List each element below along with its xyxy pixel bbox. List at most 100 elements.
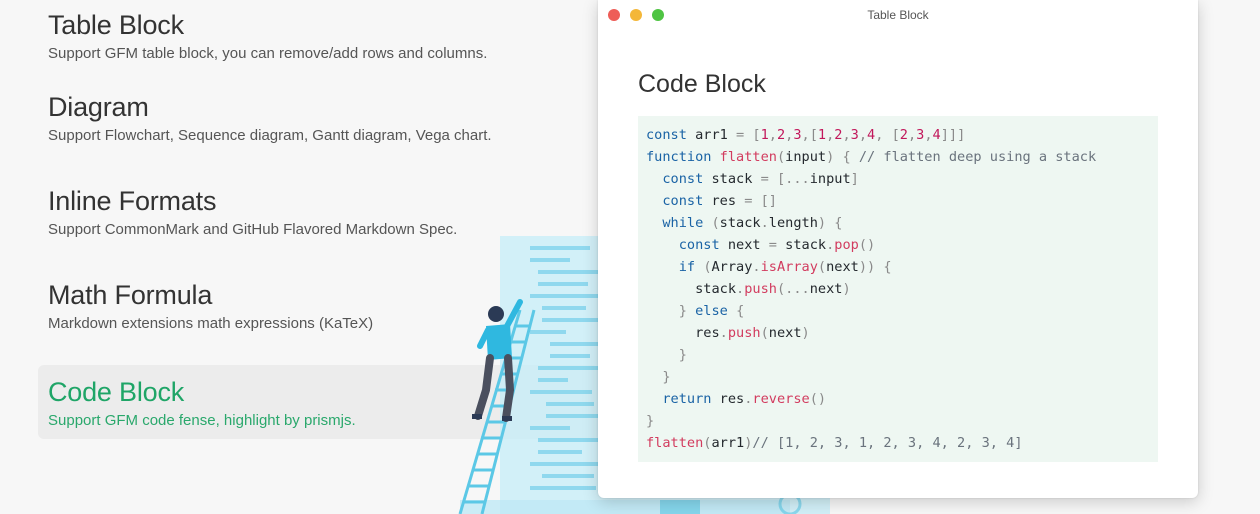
feature-title: Inline Formats (48, 186, 217, 216)
code-line: return res.reverse() (646, 388, 1150, 410)
code-token: stack (719, 215, 761, 231)
code-token: { (736, 303, 745, 319)
window-titlebar[interactable]: Table Block (598, 0, 1198, 30)
code-token: ) (842, 281, 851, 297)
feature-item-table-block[interactable]: Table Block Support GFM table block, you… (38, 0, 598, 80)
code-token: [] (760, 193, 777, 209)
code-token: , (768, 127, 777, 143)
code-token: if (678, 259, 696, 275)
code-token: [ (776, 171, 786, 187)
code-token: . (736, 281, 745, 297)
code-token: [ (752, 127, 761, 143)
code-token: while (662, 215, 704, 231)
code-token: res (646, 325, 720, 341)
code-token: { (842, 149, 851, 165)
code-token: = (736, 127, 745, 143)
code-token: return (662, 391, 712, 407)
code-token: , (801, 127, 810, 143)
feature-title: Diagram (48, 92, 149, 122)
code-token: stack (703, 171, 761, 187)
code-block[interactable]: const arr1 = [1,2,3,[1,2,3,4, [2,3,4]]] f… (638, 116, 1158, 462)
document-heading[interactable]: Code Block (638, 70, 766, 99)
code-token: ] (850, 171, 859, 187)
code-token: push (727, 325, 761, 341)
code-token: )) (858, 259, 876, 275)
code-token: { (834, 215, 843, 231)
code-token: res (711, 391, 745, 407)
code-line: const res = [] (646, 190, 1150, 212)
code-token: , (858, 127, 868, 143)
code-token: next (768, 325, 802, 341)
code-token: flatten (719, 149, 777, 165)
code-token: [ (891, 127, 900, 143)
code-token: push (744, 281, 777, 297)
code-token: 2 (776, 127, 786, 143)
code-line: const next = stack.pop() (646, 234, 1150, 256)
code-token: const (662, 171, 704, 187)
code-token: , (842, 127, 851, 143)
code-token: const (678, 237, 720, 253)
code-token: = (768, 237, 777, 253)
code-token: arr1 (711, 435, 745, 451)
code-token: 4 (867, 127, 876, 143)
code-line: flatten(arr1)// [1, 2, 3, 1, 2, 3, 4, 2,… (646, 432, 1150, 454)
feature-title: Table Block (48, 10, 184, 40)
code-token: // [1, 2, 3, 1, 2, 3, 4, 2, 3, 4] (752, 435, 1023, 451)
feature-item-diagram[interactable]: Diagram Support Flowchart, Sequence diag… (38, 80, 598, 174)
feature-description: Support Flowchart, Sequence diagram, Gan… (48, 127, 492, 144)
code-token: stack (646, 281, 737, 297)
code-token: ( (703, 259, 712, 275)
code-token: const (662, 193, 704, 209)
code-token: arr1 (686, 127, 737, 143)
code-token: function (646, 149, 712, 165)
code-token: ( (760, 325, 769, 341)
code-token: [ (809, 127, 818, 143)
code-token: next (826, 259, 859, 275)
code-token: next (809, 281, 843, 297)
code-line: const stack = [...input] (646, 168, 1150, 190)
code-token: stack (776, 237, 827, 253)
code-token: ]]] (940, 127, 966, 143)
code-line: const arr1 = [1,2,3,[1,2,3,4, [2,3,4]]] (646, 124, 1150, 146)
code-token: } (662, 369, 671, 385)
code-token: = (760, 171, 769, 187)
code-token: ( (817, 259, 827, 275)
code-token: , (907, 127, 917, 143)
code-token: else (695, 303, 728, 319)
code-token: } (678, 347, 687, 363)
code-token: input (785, 149, 827, 165)
code-token: () (809, 391, 827, 407)
code-token: ( (776, 149, 786, 165)
code-token: ( (776, 281, 786, 297)
code-token: , (924, 127, 933, 143)
code-token: . (760, 215, 769, 231)
code-line: } (646, 366, 1150, 388)
code-token: . (752, 259, 761, 275)
code-line: } (646, 344, 1150, 366)
code-token: Array (711, 259, 753, 275)
code-token: } (646, 413, 655, 429)
code-token: { (883, 259, 892, 275)
code-token: res (703, 193, 745, 209)
code-token: const (646, 127, 687, 143)
code-token: ) (801, 325, 810, 341)
code-line: stack.push(...next) (646, 278, 1150, 300)
code-token: 1 (817, 127, 827, 143)
feature-description: Support GFM table block, you can remove/… (48, 45, 488, 62)
window-title: Table Block (867, 8, 929, 22)
code-token: isArray (760, 259, 818, 275)
code-token: 3 (793, 127, 802, 143)
code-token: } (678, 303, 687, 319)
